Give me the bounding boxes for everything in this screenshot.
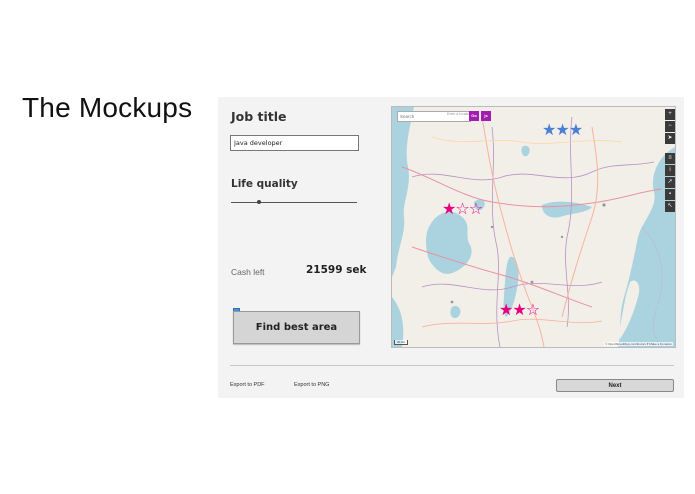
star-filled-icon: ★ <box>568 122 583 139</box>
map-search-hint: Enter a location <box>447 112 472 116</box>
star-filled-icon: ★ <box>555 122 569 139</box>
map-view[interactable]: Enter a location Go js + − ➤ ≡ i ↗ ▪ ↖ ★… <box>391 106 676 348</box>
export-pdf-link[interactable]: Export to PDF <box>230 382 265 388</box>
life-quality-slider[interactable] <box>231 197 357 207</box>
life-quality-label: Life quality <box>231 178 298 190</box>
slider-thumb[interactable] <box>256 200 261 204</box>
map-go-button[interactable]: Go <box>469 111 479 121</box>
rating-west[interactable]: ★☆☆ <box>442 201 483 218</box>
mockup-frame: Job title Life quality Cash left 21599 s… <box>218 97 684 398</box>
locate-icon[interactable]: ➤ <box>665 133 675 144</box>
star-empty-icon: ☆ <box>525 302 540 319</box>
share-icon[interactable]: ↗ <box>665 177 675 188</box>
cash-left-value: 21599 sek <box>306 264 367 276</box>
map-attribution[interactable]: © OpenStreetMap contributors ♥ Make a Do… <box>604 342 673 346</box>
controls-gap <box>665 145 675 153</box>
find-best-area-button[interactable]: Find best area <box>233 311 360 344</box>
map-js-button[interactable]: js <box>481 111 491 121</box>
star-empty-icon: ☆ <box>468 201 483 218</box>
divider <box>230 365 674 366</box>
map-controls: + − ➤ ≡ i ↗ ▪ ↖ <box>665 109 675 213</box>
star-filled-icon: ★ <box>512 302 526 319</box>
slide-title: The Mockups <box>22 92 193 123</box>
job-title-label: Job title <box>231 109 287 124</box>
star-filled-icon: ★ <box>499 302 513 319</box>
next-button[interactable]: Next <box>556 379 674 392</box>
star-filled-icon: ★ <box>442 201 456 218</box>
export-png-link[interactable]: Export to PNG <box>294 382 329 388</box>
info-icon[interactable]: i <box>665 165 675 176</box>
slider-track <box>231 202 357 203</box>
zoom-in-icon[interactable]: + <box>665 109 675 120</box>
job-title-input[interactable] <box>230 135 359 151</box>
rating-south[interactable]: ★★☆ <box>499 302 540 319</box>
map-scale: 20 km <box>394 340 409 345</box>
note-icon[interactable]: ▪ <box>665 189 675 200</box>
layers-icon[interactable]: ≡ <box>665 153 675 164</box>
star-filled-icon: ★ <box>542 122 556 139</box>
rating-north[interactable]: ★★★ <box>542 122 583 139</box>
cash-left-label: Cash left <box>231 267 265 277</box>
zoom-out-icon[interactable]: − <box>665 121 675 132</box>
query-icon[interactable]: ↖ <box>665 201 675 212</box>
star-empty-icon: ☆ <box>455 201 469 218</box>
